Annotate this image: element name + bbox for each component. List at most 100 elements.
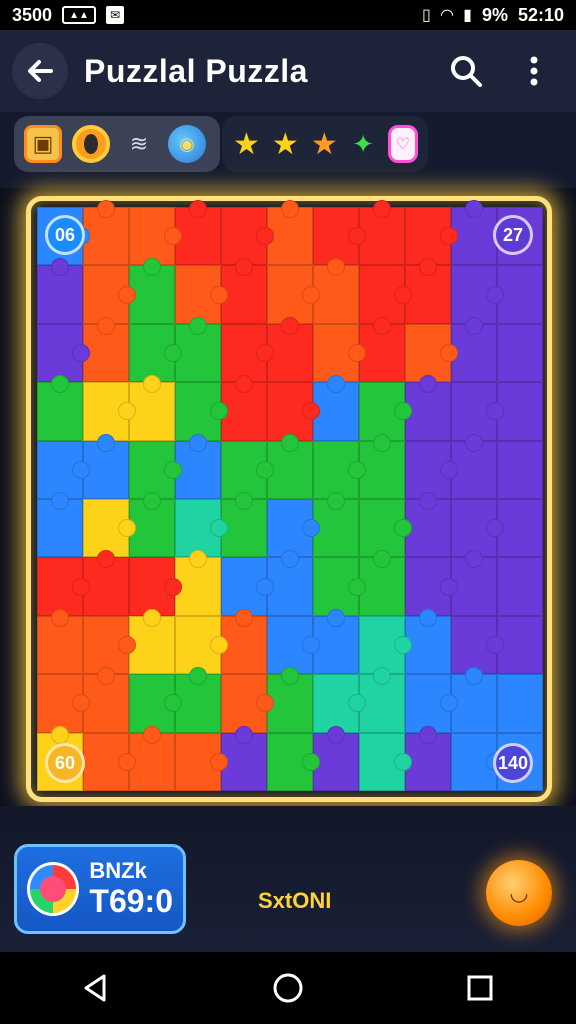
nav-home-button[interactable] — [258, 958, 318, 1018]
vibrate-icon: ▯ — [422, 7, 431, 24]
puzzle-piece[interactable] — [451, 265, 497, 324]
puzzle-piece[interactable] — [83, 382, 129, 441]
puzzle-piece[interactable] — [129, 557, 175, 616]
puzzle-piece[interactable] — [37, 557, 83, 616]
puzzle-piece[interactable] — [497, 440, 543, 499]
puzzle-piece[interactable] — [359, 499, 405, 558]
puzzle-piece[interactable] — [175, 615, 221, 675]
navigation-bar — [0, 952, 576, 1024]
wave-icon[interactable]: ≋ — [120, 125, 158, 163]
puzzle-piece[interactable] — [497, 557, 543, 616]
puzzle-piece[interactable] — [267, 615, 313, 675]
puzzle-piece[interactable] — [313, 323, 359, 383]
smiley-icon: ◡ — [510, 880, 528, 905]
puzzle-piece[interactable] — [129, 207, 175, 266]
puzzle-piece[interactable] — [451, 382, 497, 441]
puzzle-piece[interactable] — [221, 207, 267, 266]
puzzle-piece[interactable] — [405, 323, 451, 383]
score-value: T69:0 — [89, 882, 173, 919]
puzzle-piece[interactable] — [129, 323, 175, 383]
globe-icon[interactable]: ◉ — [168, 125, 206, 163]
puzzle-piece[interactable] — [313, 557, 359, 616]
signal-icon: ▮ — [463, 7, 472, 24]
back-button[interactable] — [12, 43, 68, 99]
star-icon[interactable]: ★ — [232, 125, 261, 163]
score-card[interactable]: BNZk T69:0 — [14, 844, 186, 934]
puzzle-piece[interactable] — [359, 265, 405, 324]
nav-home-icon — [273, 973, 303, 1003]
battery-text: 9% — [481, 4, 508, 25]
puzzle-piece[interactable] — [37, 382, 83, 441]
tag-icon[interactable]: ♡ — [387, 125, 418, 163]
tool-group-left: ▣ ≋ ◉ — [14, 116, 220, 172]
search-icon — [451, 56, 482, 87]
puzzle-piece[interactable] — [175, 265, 221, 324]
puzzle-piece[interactable] — [129, 674, 175, 733]
puzzle-piece[interactable] — [129, 440, 175, 499]
puzzle-piece[interactable] — [405, 207, 451, 266]
more-vertical-icon — [530, 56, 538, 86]
puzzle-piece[interactable] — [267, 382, 313, 441]
multicolor-piece-icon[interactable]: ✦ — [349, 125, 378, 163]
puzzle-piece[interactable] — [83, 499, 129, 558]
puzzle-piece[interactable] — [267, 265, 313, 324]
puzzle-piece[interactable] — [37, 674, 83, 733]
puzzle-piece[interactable] — [451, 499, 497, 558]
puzzle-piece[interactable] — [359, 615, 405, 675]
puzzle-grid — [37, 207, 543, 791]
nav-back-button[interactable] — [66, 958, 126, 1018]
clock-text: 52:10 — [517, 4, 564, 25]
puzzle-piece[interactable] — [313, 440, 359, 499]
corner-badge-bottom-right: 140 — [493, 743, 533, 783]
puzzle-piece[interactable] — [37, 265, 83, 324]
puzzle-piece[interactable] — [37, 440, 83, 499]
puzzle-piece[interactable] — [451, 615, 497, 675]
frame-icon[interactable]: ▣ — [24, 125, 62, 163]
mascot-button[interactable]: ◡ — [486, 860, 552, 926]
puzzle-piece[interactable] — [267, 732, 313, 791]
puzzle-piece[interactable] — [313, 674, 359, 733]
puzzle-piece[interactable] — [37, 323, 83, 383]
puzzle-piece[interactable] — [405, 440, 451, 499]
puzzle-piece[interactable] — [451, 732, 497, 791]
puzzle-piece[interactable] — [83, 615, 129, 675]
puzzle-piece[interactable] — [175, 499, 221, 558]
puzzle-piece[interactable] — [221, 440, 267, 499]
bottom-panel: BNZk T69:0 SxtONI ◡ — [0, 806, 576, 952]
nav-recents-icon — [467, 975, 493, 1001]
more-options-button[interactable] — [512, 49, 556, 93]
puzzle-piece[interactable] — [405, 674, 451, 733]
star-icon[interactable]: ★ — [310, 125, 339, 163]
puzzle-piece[interactable] — [221, 557, 267, 616]
gallery-icon: ▲▲ — [62, 6, 97, 24]
nav-recents-button[interactable] — [450, 958, 510, 1018]
app-bar: Puzzlal Puzzla — [0, 30, 576, 112]
score-badge-icon — [27, 862, 80, 916]
score-label: BNZk — [89, 858, 147, 884]
puzzle-piece[interactable] — [175, 382, 221, 441]
star-icon[interactable]: ★ — [271, 125, 300, 163]
nav-back-icon — [84, 974, 106, 1002]
ring-icon[interactable] — [72, 125, 110, 163]
status-bar: 3500 ▲▲ ✉ ▯ ◠ ▮ 9% 52:10 — [0, 0, 576, 30]
search-button[interactable] — [444, 49, 488, 93]
puzzle-piece[interactable] — [497, 674, 543, 733]
puzzle-piece[interactable] — [359, 732, 405, 791]
puzzle-piece[interactable] — [37, 499, 83, 558]
puzzle-piece[interactable] — [497, 323, 543, 383]
status-left-text: 3500 — [12, 4, 53, 25]
puzzle-piece[interactable] — [313, 207, 359, 266]
puzzle-piece[interactable] — [267, 499, 313, 558]
back-arrow-icon — [28, 60, 53, 82]
corner-badge-bottom-left: 60 — [45, 743, 85, 783]
puzzle-piece[interactable] — [83, 732, 129, 791]
puzzle-piece[interactable] — [37, 615, 83, 675]
puzzle-piece[interactable] — [175, 732, 221, 791]
puzzle-piece[interactable] — [83, 265, 129, 324]
puzzle-piece[interactable] — [405, 557, 451, 616]
puzzle-piece[interactable] — [359, 382, 405, 441]
tool-group-right: ★ ★ ★ ✦ ♡ — [222, 116, 428, 172]
wifi-icon: ◠ — [440, 7, 454, 24]
puzzle-piece[interactable] — [221, 323, 267, 383]
puzzle-piece[interactable] — [221, 674, 267, 733]
